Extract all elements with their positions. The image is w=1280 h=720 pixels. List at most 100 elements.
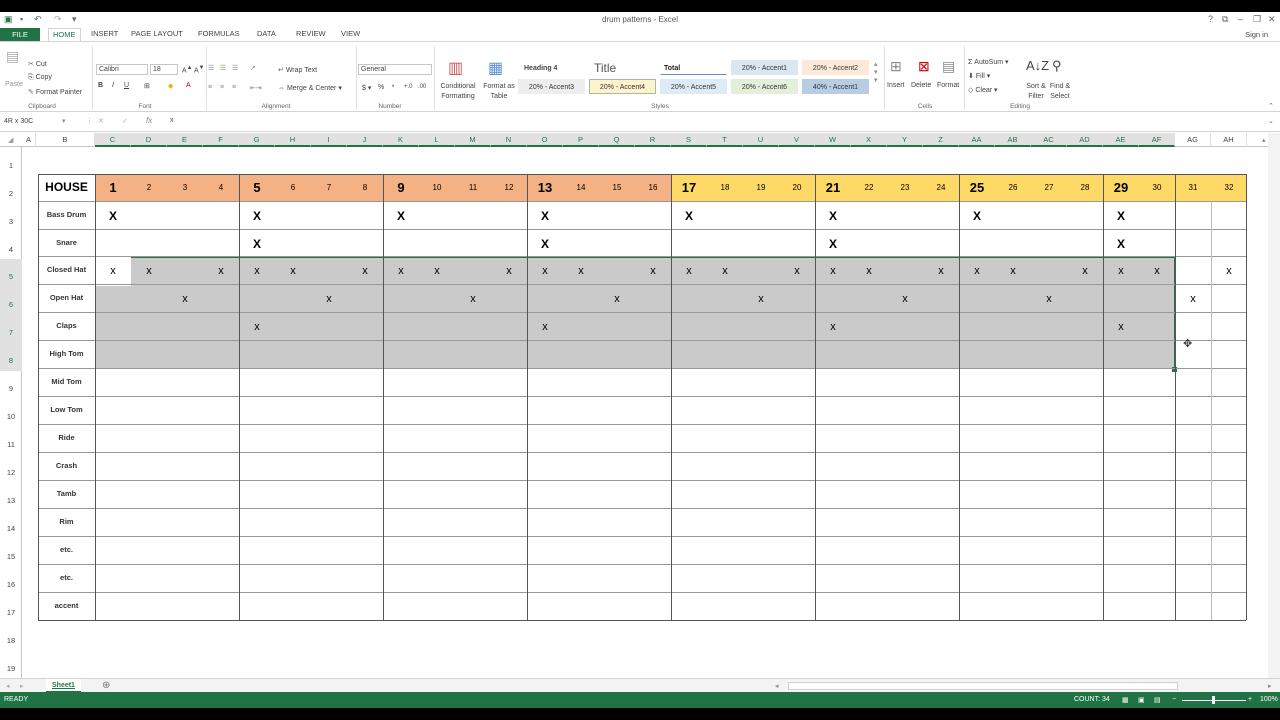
step-hit-mark[interactable]: x: [671, 257, 707, 285]
column-header-s[interactable]: S: [671, 133, 707, 147]
name-box-dropdown-icon[interactable]: ▾: [62, 117, 66, 125]
step-hit-mark[interactable]: X: [527, 202, 563, 230]
column-header-ab[interactable]: AB: [995, 133, 1031, 147]
column-header-ae[interactable]: AE: [1103, 133, 1139, 147]
step-number-30[interactable]: 30: [1139, 174, 1175, 201]
step-hit-mark[interactable]: X: [239, 202, 275, 230]
format-as-table-button[interactable]: Format as Table: [480, 82, 518, 102]
column-header-ac[interactable]: AC: [1031, 133, 1067, 147]
page-break-view-icon[interactable]: ▤: [1154, 696, 1161, 704]
step-hit-mark[interactable]: X: [1103, 230, 1139, 258]
step-number-19[interactable]: 19: [743, 174, 779, 201]
align-middle-icon[interactable]: ☰: [220, 64, 226, 72]
increase-decimal-icon[interactable]: +.0: [404, 84, 413, 90]
column-scroll-icon[interactable]: ▴: [1262, 136, 1266, 144]
zoom-in-icon[interactable]: +: [1248, 696, 1252, 703]
step-hit-mark[interactable]: X: [239, 230, 275, 258]
step-hit-mark[interactable]: x: [203, 257, 239, 285]
step-hit-mark[interactable]: x: [779, 257, 815, 285]
ribbon-tab-insert[interactable]: INSERT: [91, 29, 118, 41]
column-header-p[interactable]: P: [563, 133, 599, 147]
new-sheet-icon[interactable]: ⊕: [102, 680, 110, 691]
cell-style-3[interactable]: Total: [660, 60, 727, 75]
paste-icon[interactable]: ▤: [6, 48, 19, 65]
fill-button[interactable]: ⬇ Fill ▾: [968, 72, 990, 80]
font-name-combo[interactable]: Calibri: [96, 64, 148, 75]
step-hit-mark[interactable]: X: [959, 202, 995, 230]
align-top-icon[interactable]: ☰: [208, 64, 214, 72]
step-number-13[interactable]: 13: [527, 174, 563, 201]
normal-view-icon[interactable]: ▦: [1122, 696, 1129, 704]
cell-style-9[interactable]: 20% - Accent6: [731, 79, 798, 94]
step-number-18[interactable]: 18: [707, 174, 743, 201]
cell-style-2[interactable]: Title: [590, 60, 657, 75]
merge-center-button[interactable]: ⇔ Merge & Center ▾: [278, 84, 342, 92]
cell-style-8[interactable]: 20% - Accent5: [660, 79, 727, 94]
step-number-11[interactable]: 11: [455, 174, 491, 201]
step-hit-mark[interactable]: x: [1031, 285, 1067, 313]
step-number-27[interactable]: 27: [1031, 174, 1067, 201]
align-center-icon[interactable]: ≡: [220, 84, 224, 91]
column-header-ad[interactable]: AD: [1067, 133, 1103, 147]
format-painter-button[interactable]: ✎ Format Painter: [28, 88, 82, 96]
column-header-u[interactable]: U: [743, 133, 779, 147]
row-header-2[interactable]: 2: [0, 176, 22, 204]
step-number-16[interactable]: 16: [635, 174, 671, 201]
step-number-26[interactable]: 26: [995, 174, 1031, 201]
step-hit-mark[interactable]: x: [815, 257, 851, 285]
step-hit-mark[interactable]: x: [239, 313, 275, 341]
bold-button[interactable]: B: [98, 82, 103, 89]
step-number-5[interactable]: 5: [239, 174, 275, 201]
hscroll-right-icon[interactable]: ▸: [1268, 682, 1272, 690]
step-hit-mark[interactable]: x: [491, 257, 527, 285]
ribbon-tab-view[interactable]: VIEW: [341, 29, 360, 41]
row-header-13[interactable]: 13: [0, 483, 22, 511]
cell-style-5[interactable]: 20% - Accent2: [802, 60, 869, 75]
column-header-x[interactable]: X: [851, 133, 887, 147]
step-number-32[interactable]: 32: [1211, 174, 1247, 201]
zoom-level[interactable]: 100%: [1260, 696, 1278, 703]
row-header-1[interactable]: 1: [0, 147, 22, 176]
comma-icon[interactable]: ❜: [392, 84, 394, 92]
column-header-c[interactable]: C: [95, 133, 131, 147]
step-hit-mark[interactable]: x: [419, 257, 455, 285]
copy-button[interactable]: ⎘ Copy: [28, 74, 52, 82]
step-hit-mark[interactable]: x: [1139, 257, 1175, 285]
sheet-tab[interactable]: Sheet1: [46, 679, 81, 693]
column-header-a[interactable]: A: [22, 133, 36, 147]
cell-style-1[interactable]: Heading 4: [520, 60, 587, 75]
worksheet-grid[interactable]: 1 2 3 4 5 6 7 8 9 10 11 12 13 14 15 16 17 18 19 20 21 22 23 24 2…: [22, 147, 1268, 687]
step-hit-mark[interactable]: x: [95, 257, 131, 285]
step-number-6[interactable]: 6: [275, 174, 311, 201]
step-number-4[interactable]: 4: [203, 174, 239, 201]
name-box[interactable]: 4R x 30C: [2, 116, 68, 129]
column-header-y[interactable]: Y: [887, 133, 923, 147]
column-header-ah[interactable]: AH: [1211, 133, 1247, 147]
row-header-7[interactable]: 7: [0, 315, 22, 343]
step-hit-mark[interactable]: x: [1103, 257, 1139, 285]
underline-button[interactable]: U: [124, 82, 129, 89]
step-hit-mark[interactable]: x: [167, 285, 203, 313]
hscroll-left-icon[interactable]: ◂: [775, 682, 779, 690]
step-hit-mark[interactable]: x: [851, 257, 887, 285]
step-hit-mark[interactable]: x: [743, 285, 779, 313]
confirm-entry-icon[interactable]: ✓: [122, 117, 128, 125]
step-hit-mark[interactable]: x: [239, 257, 275, 285]
align-bottom-icon[interactable]: ☰: [232, 64, 238, 72]
step-hit-mark[interactable]: x: [311, 285, 347, 313]
vertical-scrollbar[interactable]: [1268, 133, 1280, 688]
step-number-9[interactable]: 9: [383, 174, 419, 201]
fill-color-icon[interactable]: ◆: [168, 82, 173, 90]
column-header-r[interactable]: R: [635, 133, 671, 147]
conditional-formatting-button[interactable]: Conditional Formatting: [437, 82, 479, 102]
step-hit-mark[interactable]: x: [635, 257, 671, 285]
decrease-decimal-icon[interactable]: .00: [418, 84, 426, 90]
restore-icon[interactable]: ❐: [1253, 14, 1261, 25]
column-header-k[interactable]: K: [383, 133, 419, 147]
row-header-6[interactable]: 6: [0, 287, 22, 315]
step-hit-mark[interactable]: X: [815, 230, 851, 258]
shrink-font-icon[interactable]: A▼: [194, 65, 204, 74]
help-icon[interactable]: ?: [1208, 14, 1213, 24]
column-header-g[interactable]: G: [239, 133, 275, 147]
minimize-icon[interactable]: –: [1238, 14, 1243, 24]
